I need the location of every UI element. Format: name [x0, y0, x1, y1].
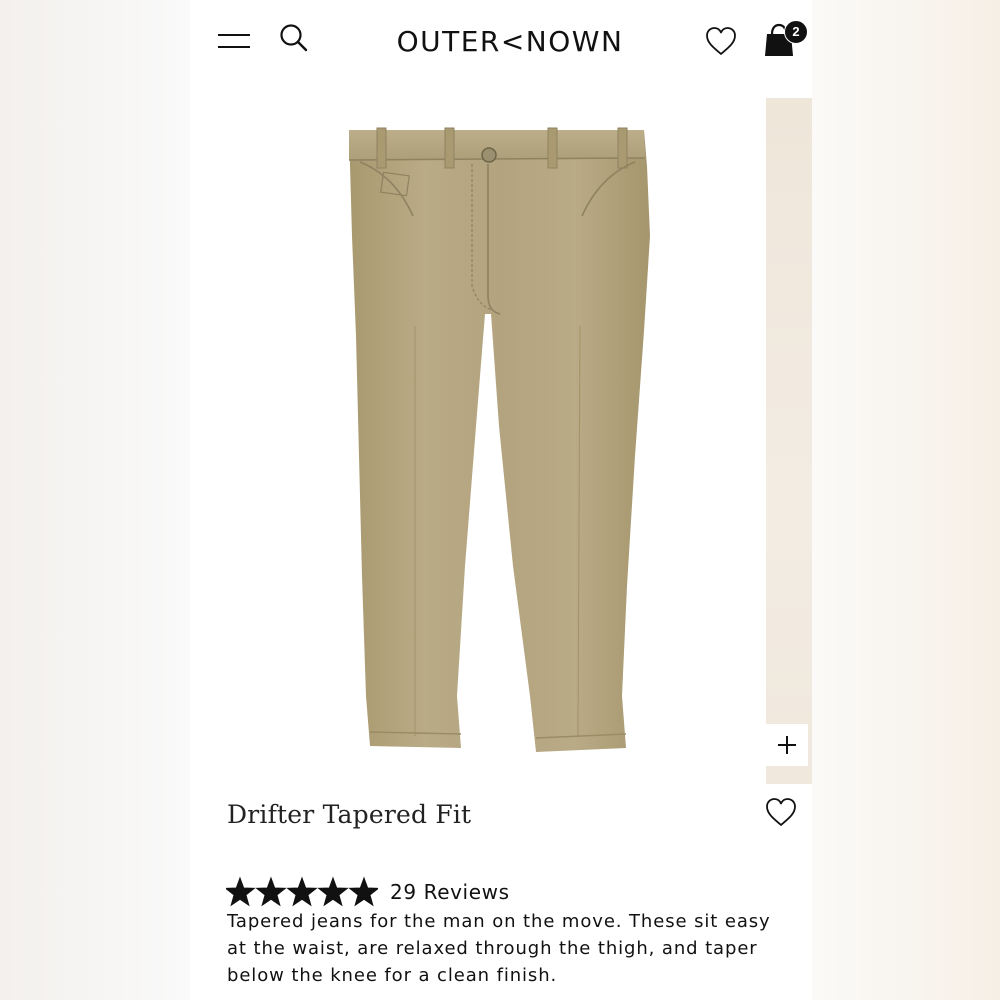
brand-logo[interactable]: OUTER<NOWN	[380, 24, 640, 60]
background-right	[812, 0, 1000, 1000]
product-description: Tapered jeans for the man on the move. T…	[227, 911, 771, 986]
heart-icon	[706, 27, 736, 55]
star-icon	[286, 876, 318, 907]
product-image-pants	[348, 127, 650, 752]
next-slide-preview[interactable]	[766, 98, 812, 784]
star-icon	[317, 876, 349, 907]
zoom-button[interactable]	[766, 724, 808, 766]
plus-icon	[778, 736, 796, 754]
heart-icon	[766, 798, 796, 826]
product-gallery[interactable]	[190, 96, 812, 786]
hamburger-menu-icon	[218, 34, 250, 36]
star-icon	[255, 876, 287, 907]
site-header: OUTER<NOWN 2	[190, 0, 812, 82]
search-icon	[280, 24, 308, 52]
cart-count-badge: 2	[784, 20, 808, 44]
star-icon	[348, 876, 378, 907]
add-to-wishlist-button[interactable]	[764, 796, 798, 828]
product-page: OUTER<NOWN 2 Drifter Tapered Fit 29 Revi…	[190, 0, 812, 1000]
star-rating	[226, 876, 378, 907]
star-icon	[226, 876, 256, 907]
wishlist-button[interactable]	[704, 25, 738, 57]
reviews-link[interactable]: 29 Reviews	[390, 880, 510, 904]
cart-button[interactable]: 2	[764, 20, 808, 58]
search-button[interactable]	[278, 22, 310, 54]
hamburger-line	[218, 46, 250, 48]
background-left	[0, 0, 190, 1000]
product-title: Drifter Tapered Fit	[227, 800, 472, 829]
menu-button[interactable]	[218, 30, 250, 52]
